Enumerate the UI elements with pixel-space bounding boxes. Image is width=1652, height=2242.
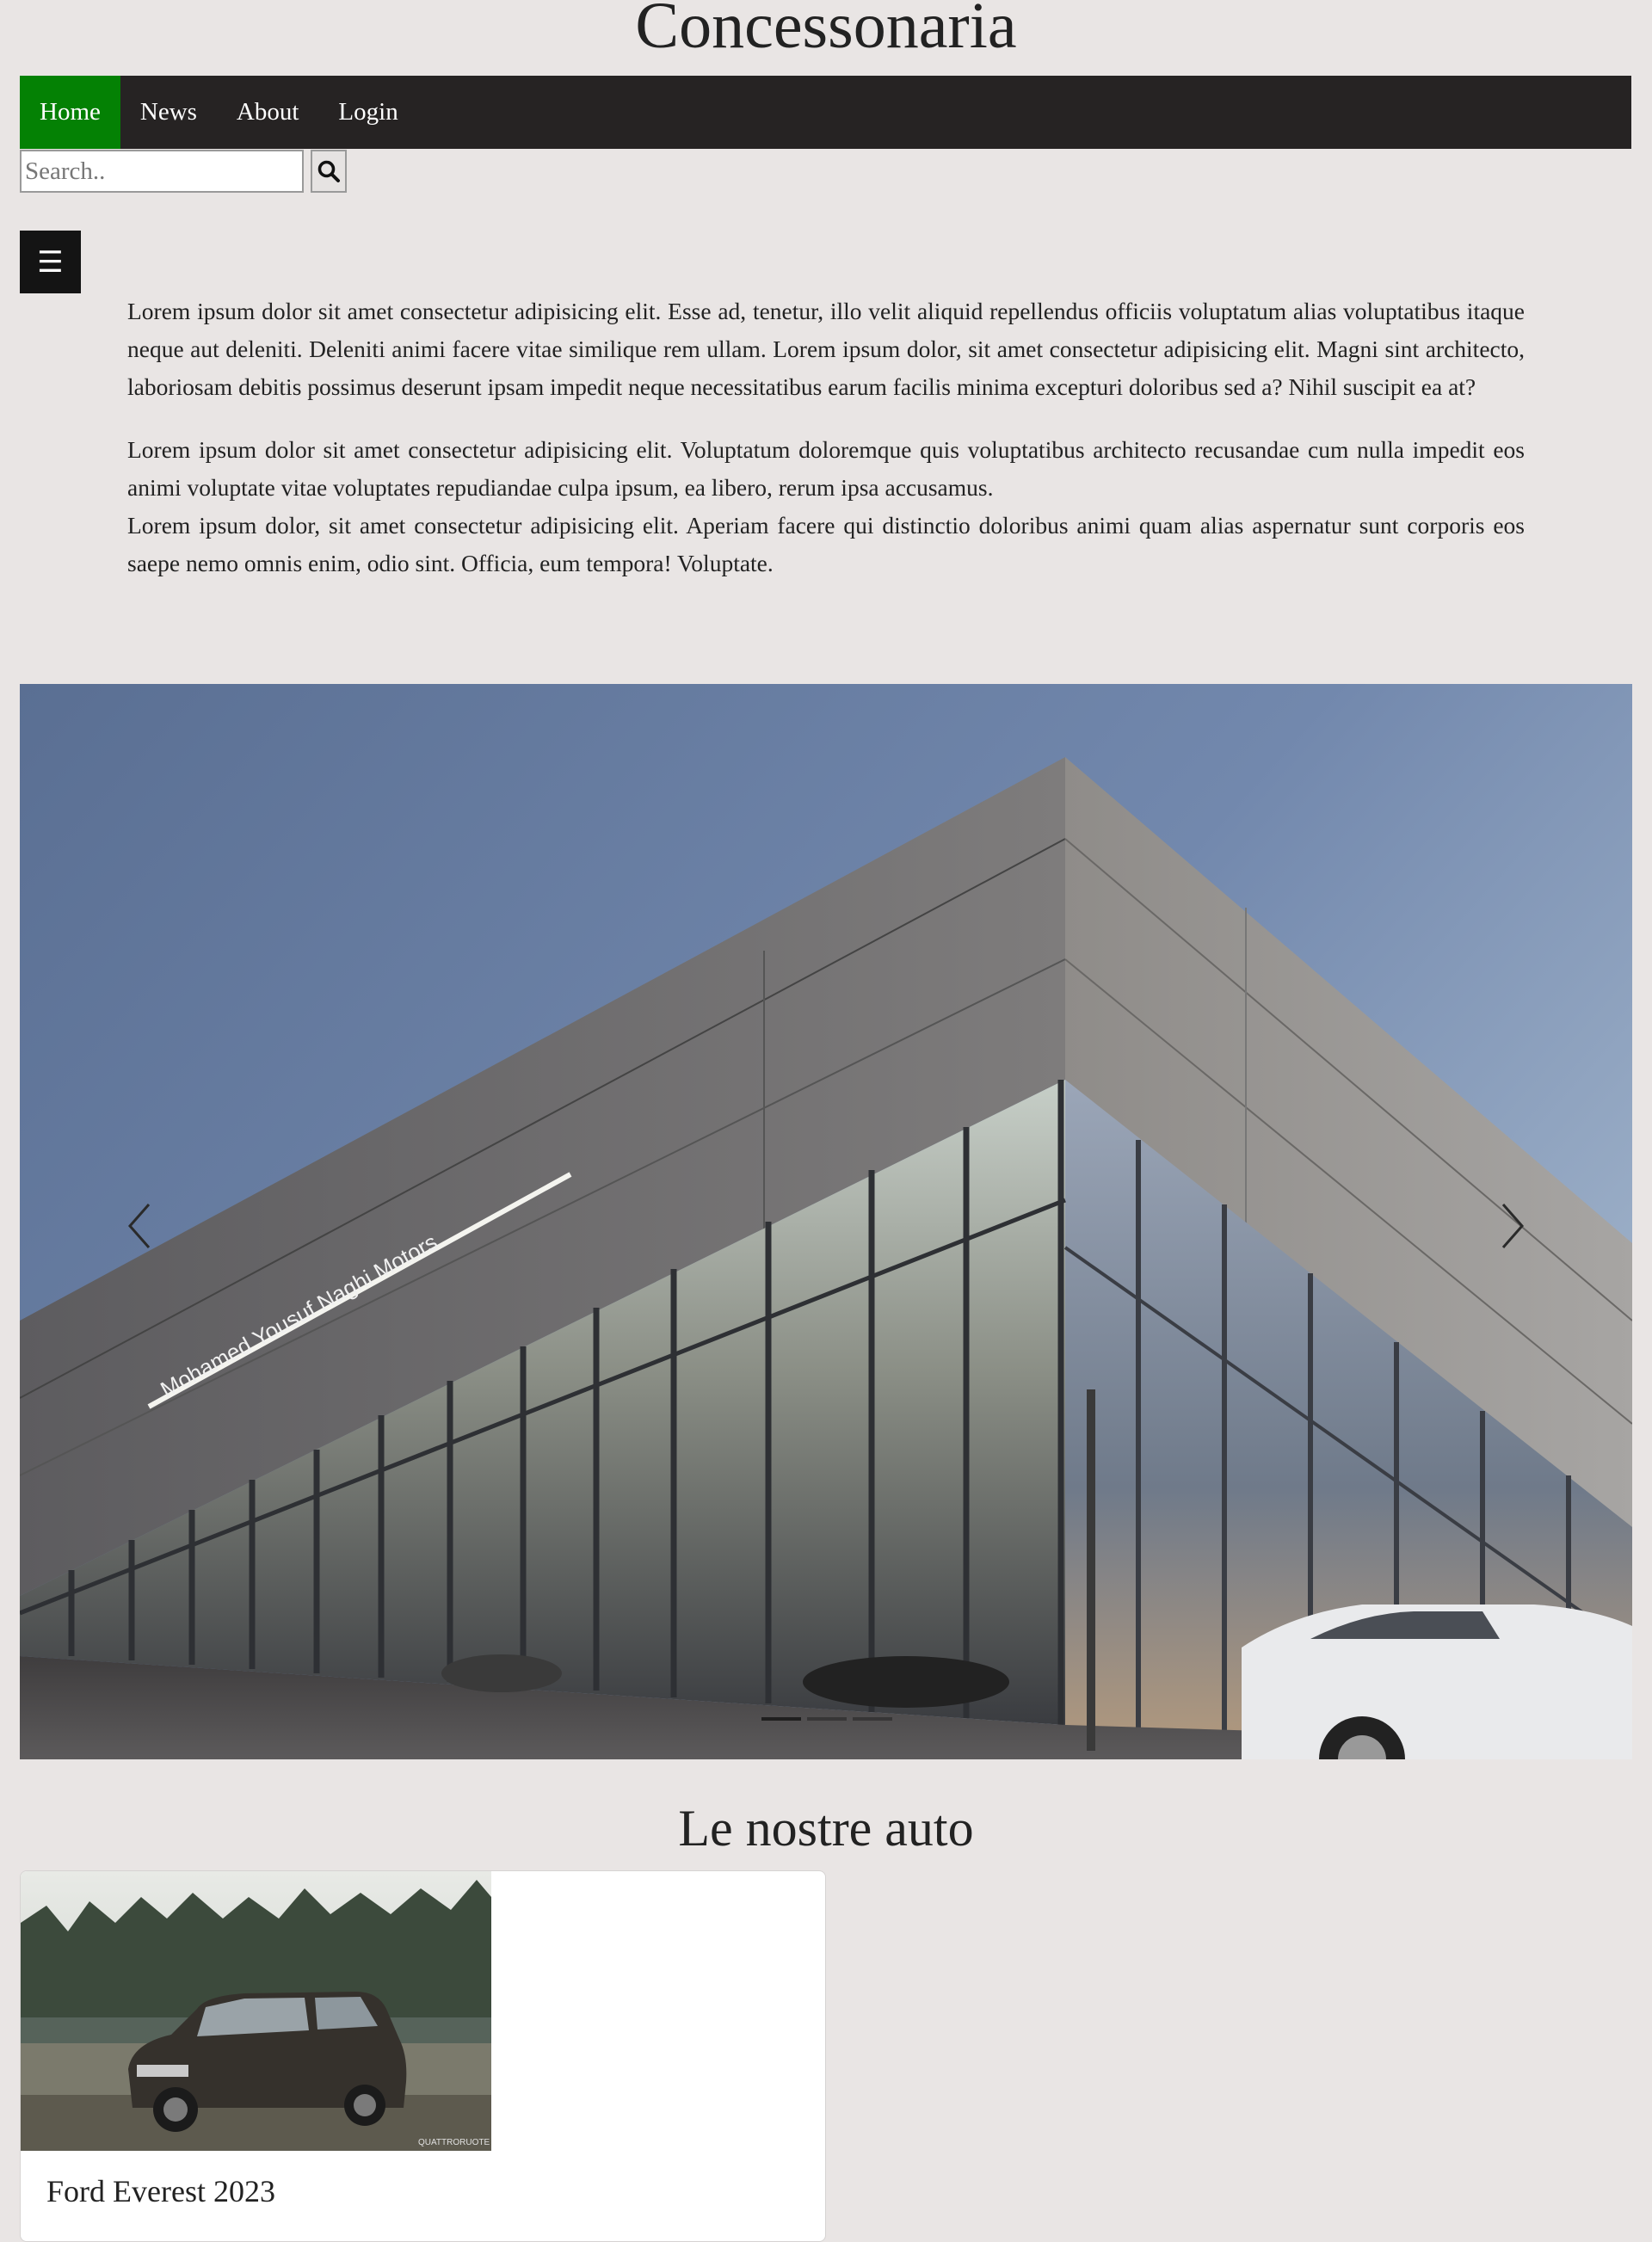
main-navbar: Home News About Login (20, 76, 1631, 149)
dealership-carousel: Mohamed Yousuf Naghi Motors (20, 684, 1632, 1759)
carousel-next-button[interactable] (1460, 1166, 1563, 1286)
nav-item-about[interactable]: About (217, 76, 319, 149)
carousel-indicator-1[interactable] (761, 1717, 801, 1721)
cars-section-title: Le nostre auto (678, 1800, 974, 1857)
search-icon (317, 160, 340, 182)
car-card[interactable]: QUATTRORUOTE Ford Everest 2023 (20, 1870, 826, 2242)
car-title: Ford Everest 2023 (46, 2174, 275, 2208)
nav-item-news[interactable]: News (120, 76, 217, 149)
car-image: QUATTRORUOTE (21, 1871, 491, 2151)
hamburger-menu-button[interactable]: ☰ (20, 231, 81, 293)
intro-paragraph-2: Lorem ipsum dolor sit amet consectetur a… (127, 431, 1525, 582)
dealership-building-image: Mohamed Yousuf Naghi Motors (20, 684, 1632, 1759)
intro-paragraph-2a: Lorem ipsum dolor sit amet consectetur a… (127, 436, 1525, 501)
intro-paragraph-1: Lorem ipsum dolor sit amet consectetur a… (127, 298, 1525, 400)
hamburger-icon: ☰ (37, 244, 64, 280)
carousel-indicators (761, 1717, 892, 1721)
carousel-indicator-2[interactable] (807, 1717, 847, 1721)
chevron-left-icon (128, 1204, 151, 1248)
carousel-prev-button[interactable] (89, 1166, 192, 1286)
search-button[interactable] (311, 150, 347, 193)
nav-item-home[interactable]: Home (20, 76, 120, 149)
intro-paragraph-2b: Lorem ipsum dolor, sit amet consectetur … (127, 512, 1525, 576)
carousel-indicator-3[interactable] (853, 1717, 892, 1721)
search-input[interactable] (20, 150, 304, 193)
intro-text: Lorem ipsum dolor sit amet consectetur a… (127, 293, 1525, 607)
chevron-right-icon (1501, 1204, 1524, 1248)
search-bar (20, 150, 347, 194)
nav-item-login[interactable]: Login (318, 76, 417, 149)
site-title: Concessonaria (635, 0, 1017, 62)
image-watermark: QUATTRORUOTE (418, 2138, 490, 2147)
